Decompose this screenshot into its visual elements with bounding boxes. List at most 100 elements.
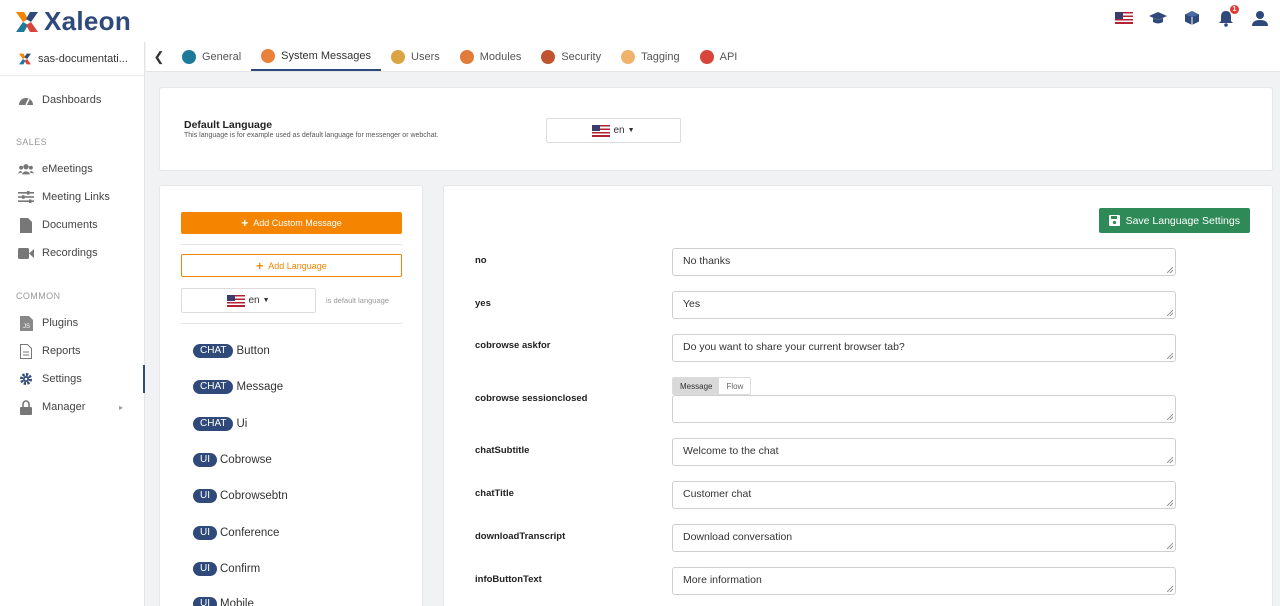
category-ui-cobrowsebtn[interactable]: UI Cobrowsebtn [193, 489, 288, 503]
message-input-downloadtranscript[interactable]: Download conversation [672, 524, 1176, 552]
document-icon [18, 217, 34, 233]
category-badge: UI [193, 562, 217, 576]
sidebar-item-label: Manager [42, 401, 86, 413]
us-flag-icon [592, 124, 611, 137]
xaleon-logo-icon [16, 11, 38, 32]
category-badge: CHAT [193, 380, 234, 394]
category-ui-conference[interactable]: UI Conference [193, 526, 279, 540]
workspace-name: sas-documentati... [38, 52, 128, 65]
cube-icon[interactable] [1182, 8, 1202, 28]
default-language-select[interactable]: en ▼ [546, 118, 681, 143]
workspace-logo-icon [19, 53, 31, 64]
category-badge: UI [193, 597, 217, 606]
category-name: Cobrowse [220, 454, 272, 466]
chevron-right-icon: ▸ [118, 402, 123, 412]
sidebar-item-meeting-links[interactable]: Meeting Links [0, 183, 145, 211]
tab-security[interactable]: Security [531, 42, 611, 71]
save-icon [1108, 215, 1120, 226]
sidebar-item-reports[interactable]: Reports [0, 337, 145, 365]
us-flag-icon[interactable] [1114, 8, 1134, 28]
default-language-panel: Default Language This language is for ex… [159, 87, 1273, 171]
field-label-cobrowse-askfor: cobrowse askfor [475, 340, 551, 351]
tab-system-messages[interactable]: System Messages [251, 42, 382, 71]
tab-api[interactable]: API [690, 42, 748, 71]
sidebar-item-label: Plugins [42, 317, 79, 329]
sidebar-item-label: Settings [42, 373, 82, 385]
category-ui-cobrowse[interactable]: UI Cobrowse [193, 453, 272, 467]
sidebar-item-label: Meeting Links [42, 191, 110, 203]
field-label-no: no [475, 255, 487, 266]
field-label-chattitle: chatTitle [475, 488, 514, 499]
message-flow-toggle: Message Flow [672, 377, 752, 395]
category-name: Conference [220, 527, 280, 539]
user-icon[interactable] [1250, 8, 1270, 28]
category-badge: UI [193, 489, 217, 503]
svg-text:JS: JS [23, 324, 30, 330]
back-chevron-icon[interactable]: ❮ [146, 42, 172, 71]
category-chat-message[interactable]: CHAT Message [193, 380, 283, 394]
add-custom-message-button[interactable]: + Add Custom Message [181, 212, 402, 234]
tab-general[interactable]: General [172, 42, 251, 71]
sidebar-item-label: Reports [42, 345, 81, 357]
workspace-selector[interactable]: sas-documentati... [0, 42, 144, 76]
message-input-yes[interactable]: Yes [672, 291, 1176, 319]
message-input-cobrowse-askfor[interactable]: Do you want to share your current browse… [672, 334, 1176, 362]
sidebar: sas-documentati... Dashboards SALES eMee… [0, 42, 145, 606]
tab-tagging[interactable]: Tagging [611, 42, 690, 71]
api-icon [699, 49, 714, 64]
category-ui-mobile[interactable]: UI Mobile [193, 597, 254, 606]
settings-tabs: ❮ General System Messages Users Modules … [146, 42, 1280, 72]
category-name: Confirm [220, 563, 261, 575]
plus-icon: + [241, 216, 249, 230]
sidebar-item-settings[interactable]: Settings [0, 365, 145, 393]
category-badge: UI [193, 526, 217, 540]
bell-icon[interactable]: 1 [1216, 5, 1239, 28]
sidebar-item-documents[interactable]: Documents [0, 211, 145, 239]
sidebar-item-manager[interactable]: Manager ▸ [0, 393, 145, 421]
message-input-cobrowse-sessionclosed[interactable] [672, 395, 1176, 423]
section-title-sales: SALES [16, 137, 48, 147]
category-badge: CHAT [193, 417, 234, 431]
message-input-chatsubtitle[interactable]: Welcome to the chat [672, 438, 1176, 466]
plus-icon: + [256, 258, 264, 273]
segment-flow[interactable]: Flow [719, 378, 750, 394]
graduation-cap-icon[interactable] [1148, 8, 1168, 28]
save-language-settings-button[interactable]: Save Language Settings [1098, 208, 1250, 233]
logo[interactable]: Xaleon [14, 6, 131, 37]
divider [181, 323, 402, 324]
message-input-chattitle[interactable]: Customer chat [672, 481, 1176, 509]
message-input-no[interactable]: No thanks [672, 248, 1176, 276]
sidebar-item-emeetings[interactable]: eMeetings [0, 155, 145, 183]
message-input-infobuttontext[interactable]: More information [672, 567, 1176, 595]
default-language-title: Default Language [184, 119, 273, 131]
globe-icon [182, 49, 196, 64]
security-icon [541, 49, 556, 64]
segment-message[interactable]: Message [673, 378, 720, 394]
category-name: Ui [236, 418, 248, 430]
field-label-infobuttontext: infoButtonText [475, 574, 542, 585]
chevron-down-icon: ▼ [262, 297, 270, 304]
default-language-hint: is default language [326, 296, 389, 305]
sidebar-item-dashboards[interactable]: Dashboards [0, 86, 145, 114]
sidebar-item-label: Recordings [42, 247, 98, 259]
sidebar-item-plugins[interactable]: JS Plugins [0, 309, 145, 337]
sidebar-item-label: Dashboards [42, 94, 102, 106]
category-name: Mobile [220, 598, 254, 606]
us-flag-icon [227, 294, 246, 307]
plugin-icon: JS [18, 315, 34, 331]
field-label-yes: yes [475, 298, 491, 309]
tab-users[interactable]: Users [381, 42, 450, 71]
tab-modules[interactable]: Modules [450, 42, 532, 71]
notification-badge: 1 [1230, 5, 1239, 14]
language-select[interactable]: en ▼ [181, 288, 316, 313]
category-chat-ui[interactable]: CHAT Ui [193, 417, 247, 431]
category-name: Button [236, 345, 270, 357]
sidebar-item-label: eMeetings [42, 163, 93, 175]
category-chat-button[interactable]: CHAT Button [193, 344, 270, 358]
sidebar-item-label: Documents [42, 219, 98, 231]
system-messages-icon [261, 48, 276, 63]
sidebar-item-recordings[interactable]: Recordings [0, 239, 145, 267]
users-tab-icon [391, 49, 406, 64]
add-language-button[interactable]: + Add Language [181, 254, 402, 277]
category-ui-confirm[interactable]: UI Confirm [193, 562, 260, 576]
